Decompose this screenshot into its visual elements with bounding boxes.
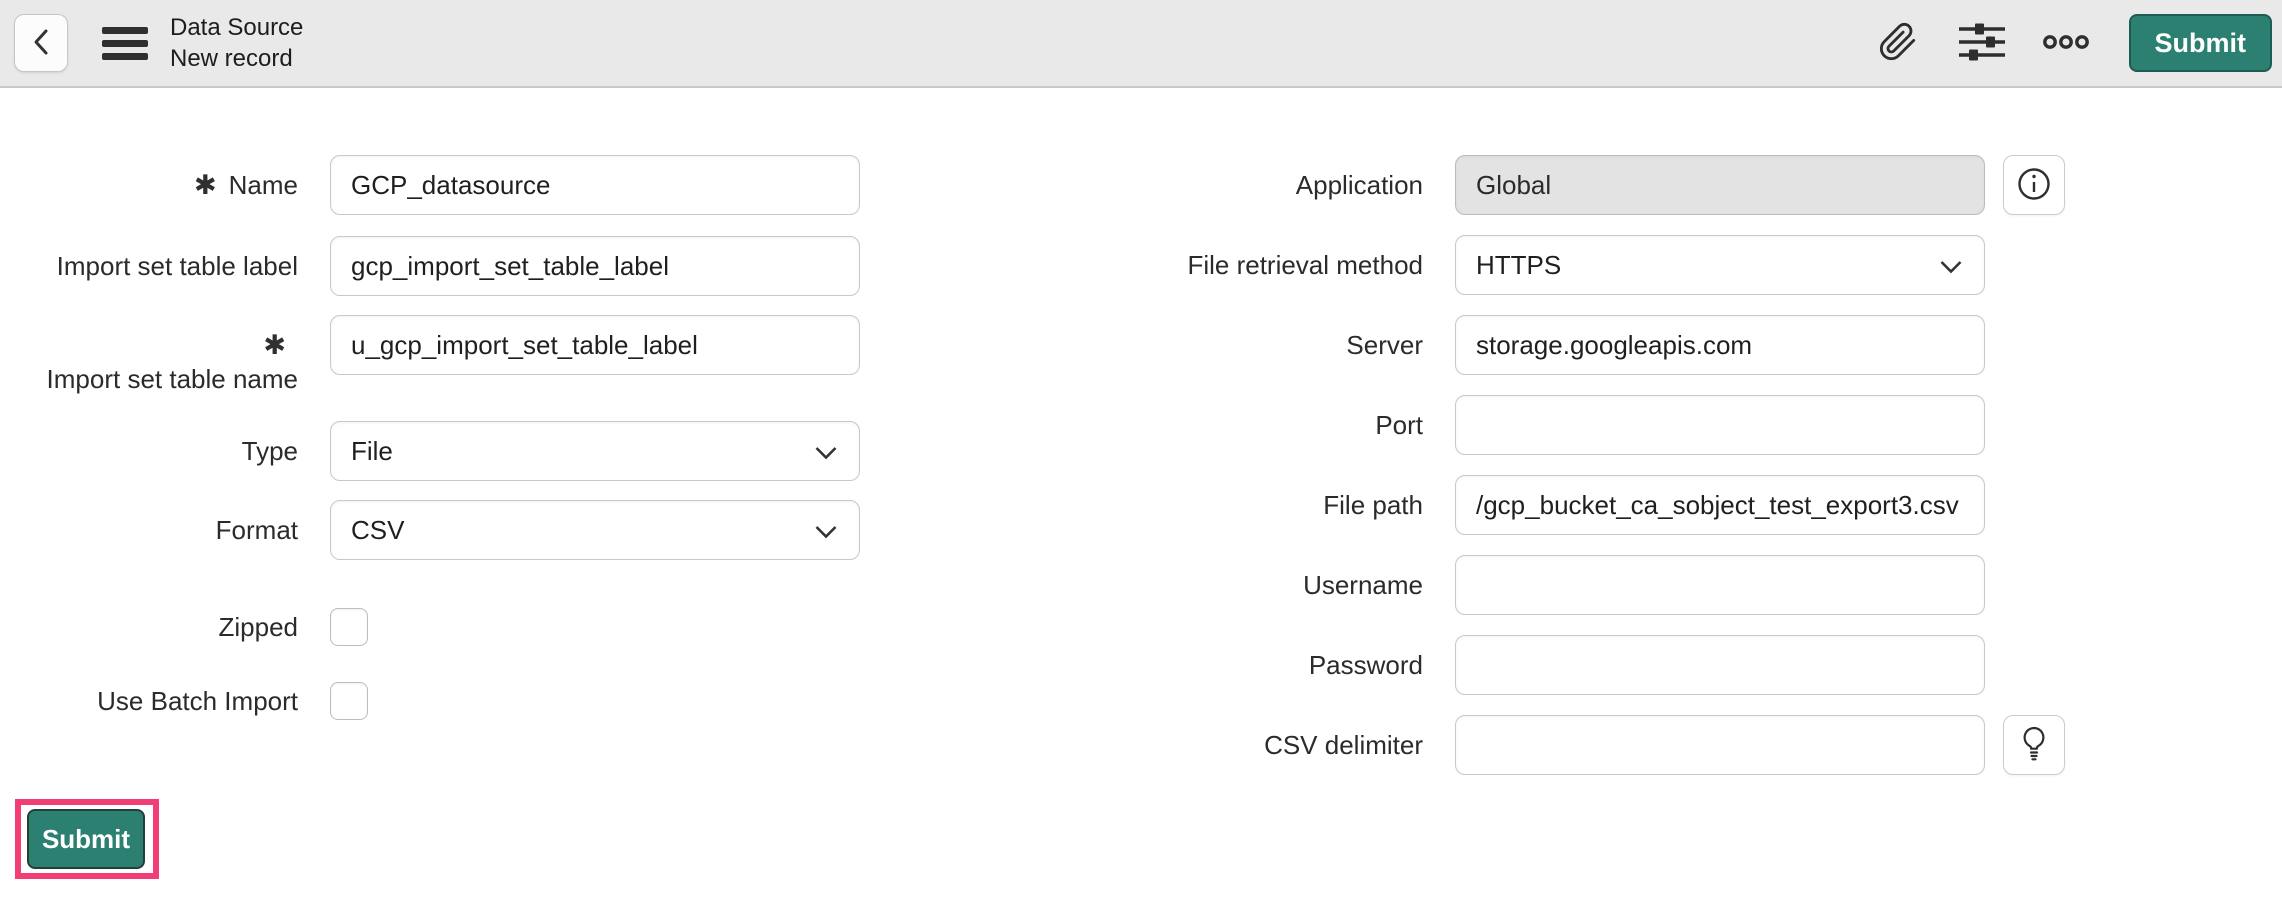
file-retrieval-method-select[interactable]: HTTPS — [1455, 235, 1985, 295]
zipped-label: Zipped — [12, 608, 298, 646]
required-marker: ✱ — [263, 330, 286, 360]
personalize-form-button[interactable] — [1957, 18, 2007, 68]
field-row-csv-delimiter: CSV delimiter — [1137, 715, 2065, 775]
csv-delimiter-label: CSV delimiter — [1137, 715, 1423, 762]
type-select-value: File — [351, 436, 393, 467]
chevron-down-icon — [815, 436, 837, 467]
format-label: Format — [12, 500, 298, 547]
field-row-file-path: File path — [1137, 475, 2065, 535]
field-row-type: Type File — [12, 421, 860, 481]
field-row-username: Username — [1137, 555, 2065, 615]
port-label: Port — [1137, 395, 1423, 442]
format-select[interactable]: CSV — [330, 500, 860, 560]
zipped-checkbox[interactable] — [330, 608, 368, 646]
info-icon — [2016, 166, 2052, 205]
record-title: Data Source New record — [170, 12, 303, 74]
attachment-button[interactable] — [1873, 18, 1923, 68]
chevron-down-icon — [815, 515, 837, 546]
type-label: Type — [12, 421, 298, 468]
field-row-application: Application — [1137, 155, 2065, 215]
field-row-import-set-table-name: ✱Import set table name — [12, 315, 860, 375]
use-batch-import-checkbox[interactable] — [330, 682, 368, 720]
field-row-password: Password — [1137, 635, 2065, 695]
form-header: Data Source New record — [0, 0, 2282, 88]
use-batch-import-label: Use Batch Import — [12, 682, 298, 720]
field-row-import-set-table-label: Import set table label — [12, 236, 860, 296]
header-submit-button[interactable]: Submit — [2129, 14, 2273, 72]
header-actions: Submit — [1873, 14, 2273, 72]
import-set-table-name-label: ✱Import set table name — [12, 315, 298, 396]
file-path-label: File path — [1137, 475, 1423, 522]
paperclip-icon — [1878, 22, 1918, 65]
password-input[interactable] — [1455, 635, 1985, 695]
field-row-format: Format CSV — [12, 500, 860, 560]
port-input[interactable] — [1455, 395, 1985, 455]
record-name-label: New record — [170, 43, 303, 74]
field-row-use-batch-import: Use Batch Import — [12, 682, 860, 720]
server-input[interactable] — [1455, 315, 1985, 375]
field-row-file-retrieval-method: File retrieval method HTTPS — [1137, 235, 2065, 295]
username-input[interactable] — [1455, 555, 1985, 615]
field-row-name: ✱Name — [12, 155, 860, 215]
context-menu-icon[interactable] — [102, 27, 148, 60]
import-set-table-label-label: Import set table label — [12, 236, 298, 283]
server-label: Server — [1137, 315, 1423, 362]
file-retrieval-method-label: File retrieval method — [1137, 235, 1423, 282]
username-label: Username — [1137, 555, 1423, 602]
more-options-button[interactable] — [2041, 18, 2091, 68]
back-button[interactable] — [14, 14, 68, 72]
table-name-label: Data Source — [170, 12, 303, 43]
format-select-value: CSV — [351, 515, 404, 546]
csv-delimiter-input[interactable] — [1455, 715, 1985, 775]
chevron-down-icon — [1940, 250, 1962, 281]
field-row-port: Port — [1137, 395, 2065, 455]
form-column-right: Application File retrieval method HTTPS … — [1137, 155, 2065, 775]
name-label: ✱Name — [12, 155, 298, 202]
sliders-icon — [1958, 21, 2006, 66]
file-retrieval-method-value: HTTPS — [1476, 250, 1561, 281]
required-marker: ✱ — [194, 170, 217, 200]
field-row-server: Server — [1137, 315, 2065, 375]
password-label: Password — [1137, 635, 1423, 682]
import-set-table-label-input[interactable] — [330, 236, 860, 296]
form-column-left: ✱Name Import set table label ✱Import set… — [12, 155, 860, 720]
name-input[interactable] — [330, 155, 860, 215]
application-label: Application — [1137, 155, 1423, 202]
application-input[interactable] — [1455, 155, 1985, 215]
field-row-zipped: Zipped — [12, 608, 860, 646]
import-set-table-name-input[interactable] — [330, 315, 860, 375]
file-path-input[interactable] — [1455, 475, 1985, 535]
type-select[interactable]: File — [330, 421, 860, 481]
lightbulb-icon — [2021, 726, 2047, 765]
application-info-button[interactable] — [2003, 155, 2065, 215]
chevron-left-icon — [30, 27, 52, 60]
csv-delimiter-hint-button[interactable] — [2003, 715, 2065, 775]
ellipsis-icon — [2043, 33, 2089, 54]
footer-submit-button[interactable]: Submit — [27, 809, 145, 869]
